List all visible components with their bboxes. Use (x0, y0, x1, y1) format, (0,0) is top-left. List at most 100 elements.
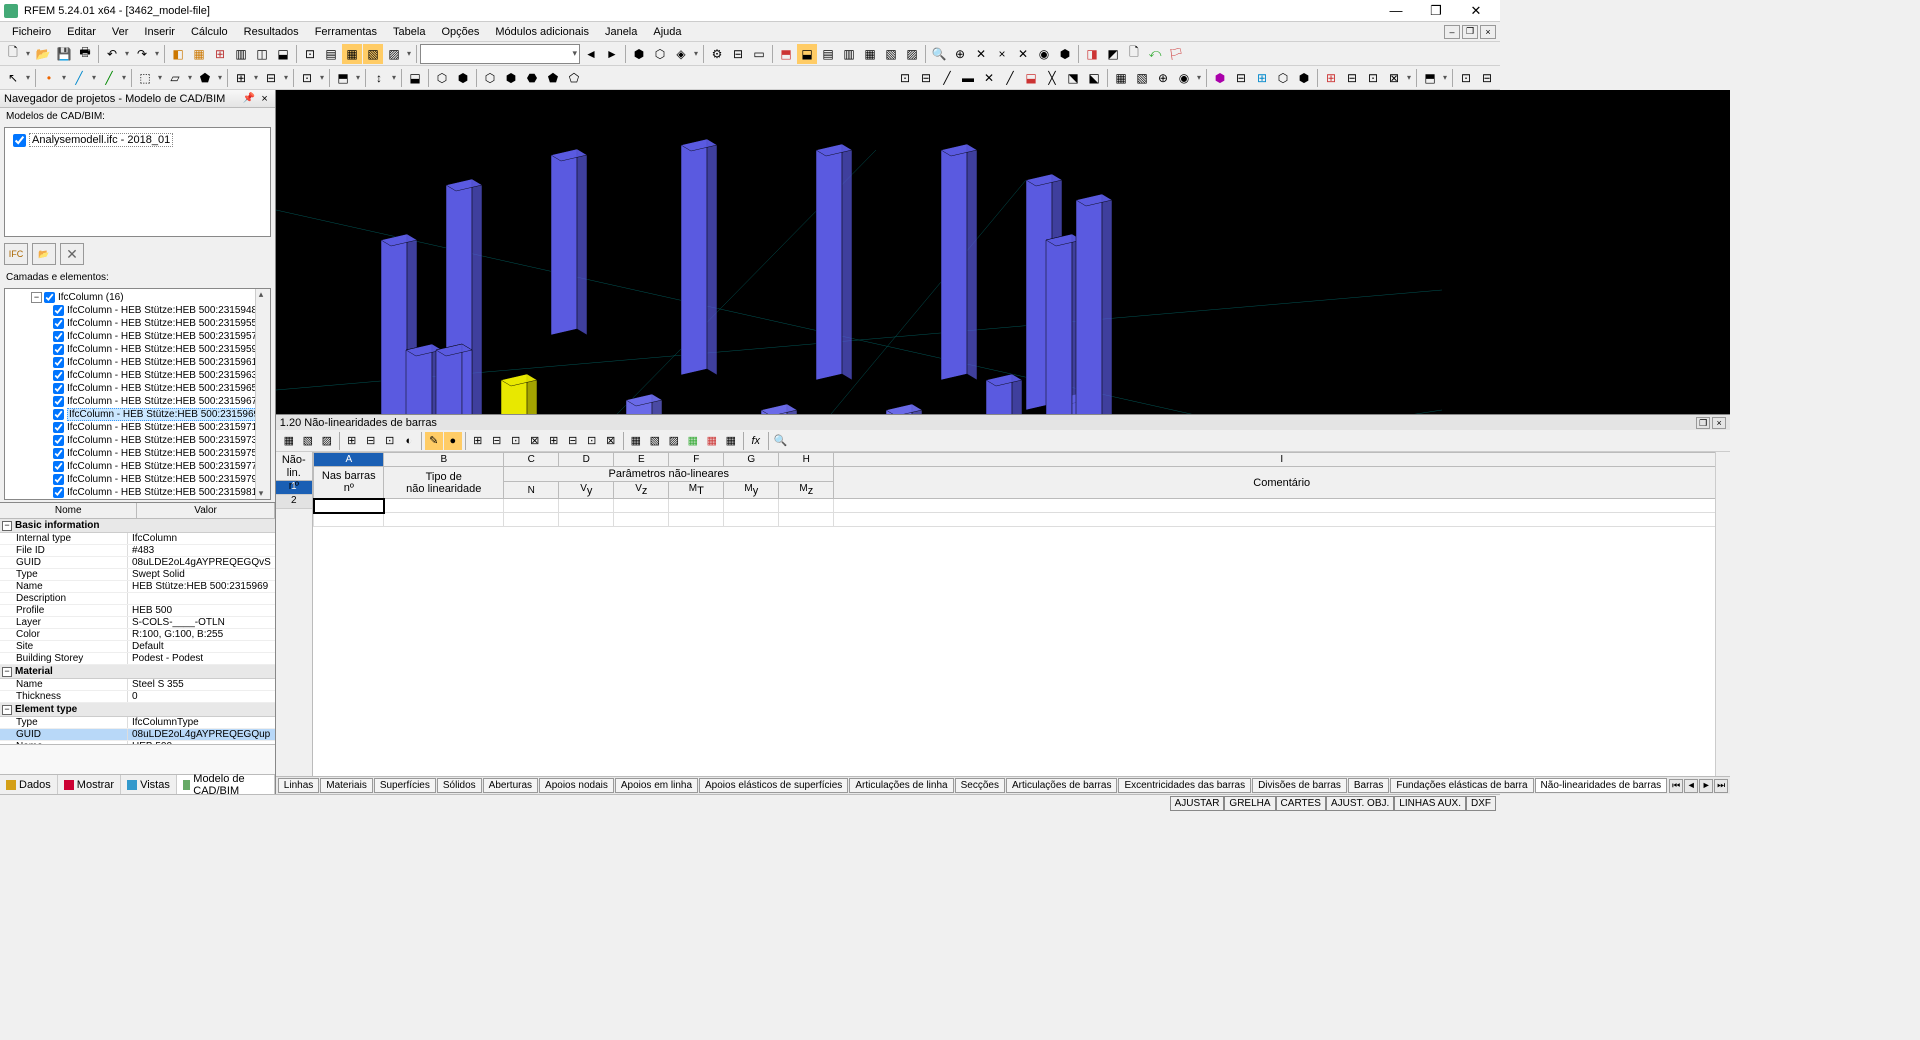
model-checkbox[interactable] (13, 134, 26, 147)
col-F[interactable]: F (669, 453, 724, 467)
tool-icon[interactable]: ▧ (299, 432, 317, 450)
checkbox[interactable] (53, 383, 64, 394)
tool-icon[interactable]: ⊡ (895, 68, 915, 88)
tree-item[interactable]: IfcColumn - HEB Stütze:HEB 500:2315965 (7, 382, 268, 395)
tool-icon[interactable]: ⊡ (381, 432, 399, 450)
col-label[interactable]: Nas barras nº (314, 467, 384, 499)
tool-icon[interactable]: ╱ (69, 68, 89, 88)
checkbox[interactable] (44, 292, 55, 303)
tool-icon[interactable]: ⊟ (1342, 68, 1362, 88)
tool-icon[interactable]: ↕ (369, 68, 389, 88)
tool-icon[interactable]: ⬓ (797, 44, 817, 64)
col-G[interactable]: G (724, 453, 779, 467)
prop-row[interactable]: NameSteel S 355 (0, 679, 275, 691)
menu-modulos[interactable]: Módulos adicionais (487, 24, 597, 40)
nav-left-icon[interactable]: ◄ (581, 44, 601, 64)
bottom-tab[interactable]: Barras (1348, 778, 1389, 793)
scrollbar[interactable] (255, 289, 270, 499)
tool-icon[interactable]: ⬒ (1420, 68, 1440, 88)
tool-icon[interactable]: ▦ (280, 432, 298, 450)
checkbox[interactable] (53, 305, 64, 316)
tree-item[interactable]: IfcColumn - HEB Stütze:HEB 500:2315969 (7, 408, 268, 421)
tool-icon[interactable]: ⬒ (776, 44, 796, 64)
tool-icon[interactable]: × (992, 44, 1012, 64)
maximize-button[interactable]: ❐ (1416, 1, 1456, 21)
left-tab[interactable]: Dados (0, 775, 58, 794)
tool-icon[interactable]: ⬡ (480, 68, 500, 88)
checkbox[interactable] (53, 461, 64, 472)
col-label[interactable]: MT (669, 482, 724, 499)
tab-nav-next[interactable]: ► (1699, 779, 1713, 793)
tool-icon[interactable]: ⊡ (1456, 68, 1476, 88)
tool-icon[interactable]: ⬡ (1273, 68, 1293, 88)
checkbox[interactable] (53, 331, 64, 342)
tree-item[interactable]: IfcColumn - HEB Stütze:HEB 500:2315983 (7, 499, 268, 500)
prop-row[interactable]: TypeSwept Solid (0, 569, 275, 581)
lower-min[interactable]: ❐ (1696, 417, 1710, 429)
print-icon[interactable]: 🖶 (75, 44, 95, 64)
tool-icon[interactable]: ● (444, 432, 462, 450)
tool-icon[interactable]: ▧ (881, 44, 901, 64)
bottom-tab[interactable]: Apoios nodais (539, 778, 614, 793)
tool-icon[interactable]: ⬒ (333, 68, 353, 88)
menu-ajuda[interactable]: Ajuda (645, 24, 689, 40)
tool-icon[interactable]: ╱ (99, 68, 119, 88)
minimize-button[interactable]: — (1376, 1, 1416, 21)
tool-icon[interactable]: ▦ (703, 432, 721, 450)
tool-icon[interactable]: ⤺ (1145, 44, 1165, 64)
dd[interactable]: ▾ (24, 49, 32, 58)
tool-icon[interactable]: ⬓ (273, 44, 293, 64)
tool-icon[interactable]: ▬ (958, 68, 978, 88)
tool-icon[interactable]: ✎ (425, 432, 443, 450)
tool-icon[interactable]: ◫ (252, 44, 272, 64)
tool-icon[interactable]: ⊟ (1477, 68, 1497, 88)
tool-icon[interactable]: ⊞ (1252, 68, 1272, 88)
left-tab[interactable]: Vistas (121, 775, 177, 794)
mdi-minimize[interactable]: – (1444, 25, 1460, 39)
tool-icon[interactable]: ⊞ (1321, 68, 1341, 88)
bottom-tab[interactable]: Apoios em linha (615, 778, 698, 793)
save-icon[interactable]: 💾 (54, 44, 74, 64)
bottom-tab[interactable]: Materiais (320, 778, 373, 793)
open-icon[interactable]: 📂 (33, 44, 53, 64)
checkbox[interactable] (53, 370, 64, 381)
cell[interactable] (314, 499, 384, 513)
checkbox[interactable] (53, 396, 64, 407)
tool-icon[interactable]: ▦ (684, 432, 702, 450)
tool-icon[interactable]: 🗋 (1124, 44, 1144, 64)
menu-ver[interactable]: Ver (104, 24, 137, 40)
tool-icon[interactable]: ◐ (400, 432, 418, 450)
tool-icon[interactable]: ✕ (979, 68, 999, 88)
tool-icon[interactable]: ⬡ (432, 68, 452, 88)
status-linhas-aux[interactable]: LINHAS AUX. (1394, 796, 1466, 811)
tool-icon[interactable]: ⊡ (507, 432, 525, 450)
col-I[interactable]: I (834, 453, 1730, 467)
tool-icon[interactable]: ▱ (165, 68, 185, 88)
tool-icon[interactable]: ╳ (1042, 68, 1062, 88)
col-nome[interactable]: Nome (0, 503, 137, 518)
tool-icon[interactable]: ⬢ (453, 68, 473, 88)
menu-editar[interactable]: Editar (59, 24, 104, 40)
tree-item[interactable]: IfcColumn - HEB Stütze:HEB 500:2315963 (7, 369, 268, 382)
model-item[interactable]: Analysemodell.ifc - 2018_01 (9, 132, 266, 148)
col-group[interactable]: Parâmetros não-lineares (504, 467, 834, 482)
bottom-tab[interactable]: Secções (955, 778, 1005, 793)
redo-icon[interactable]: ↷ (132, 44, 152, 64)
tab-nav-prev[interactable]: ◄ (1684, 779, 1698, 793)
pointer-icon[interactable]: ↖ (3, 68, 23, 88)
tool-icon[interactable]: ⊠ (1384, 68, 1404, 88)
menu-tabela[interactable]: Tabela (385, 24, 433, 40)
tool-icon[interactable]: ⊞ (469, 432, 487, 450)
bottom-tab[interactable]: Não-linearidades de barras (1535, 778, 1668, 793)
tool-icon[interactable]: ⊞ (210, 44, 230, 64)
tool-icon[interactable]: ▨ (318, 432, 336, 450)
prop-row[interactable]: Description (0, 593, 275, 605)
tree-item[interactable]: IfcColumn - HEB Stütze:HEB 500:2315967 (7, 395, 268, 408)
prop-row[interactable]: TypeIfcColumnType (0, 717, 275, 729)
tool-icon[interactable]: ⊡ (297, 68, 317, 88)
tool-icon[interactable]: ▦ (342, 44, 362, 64)
tool-icon[interactable]: ⊟ (1231, 68, 1251, 88)
col-label[interactable]: My (724, 482, 779, 499)
tree-root[interactable]: − IfcColumn (16) (7, 291, 268, 304)
tool-icon[interactable]: ✕ (1013, 44, 1033, 64)
